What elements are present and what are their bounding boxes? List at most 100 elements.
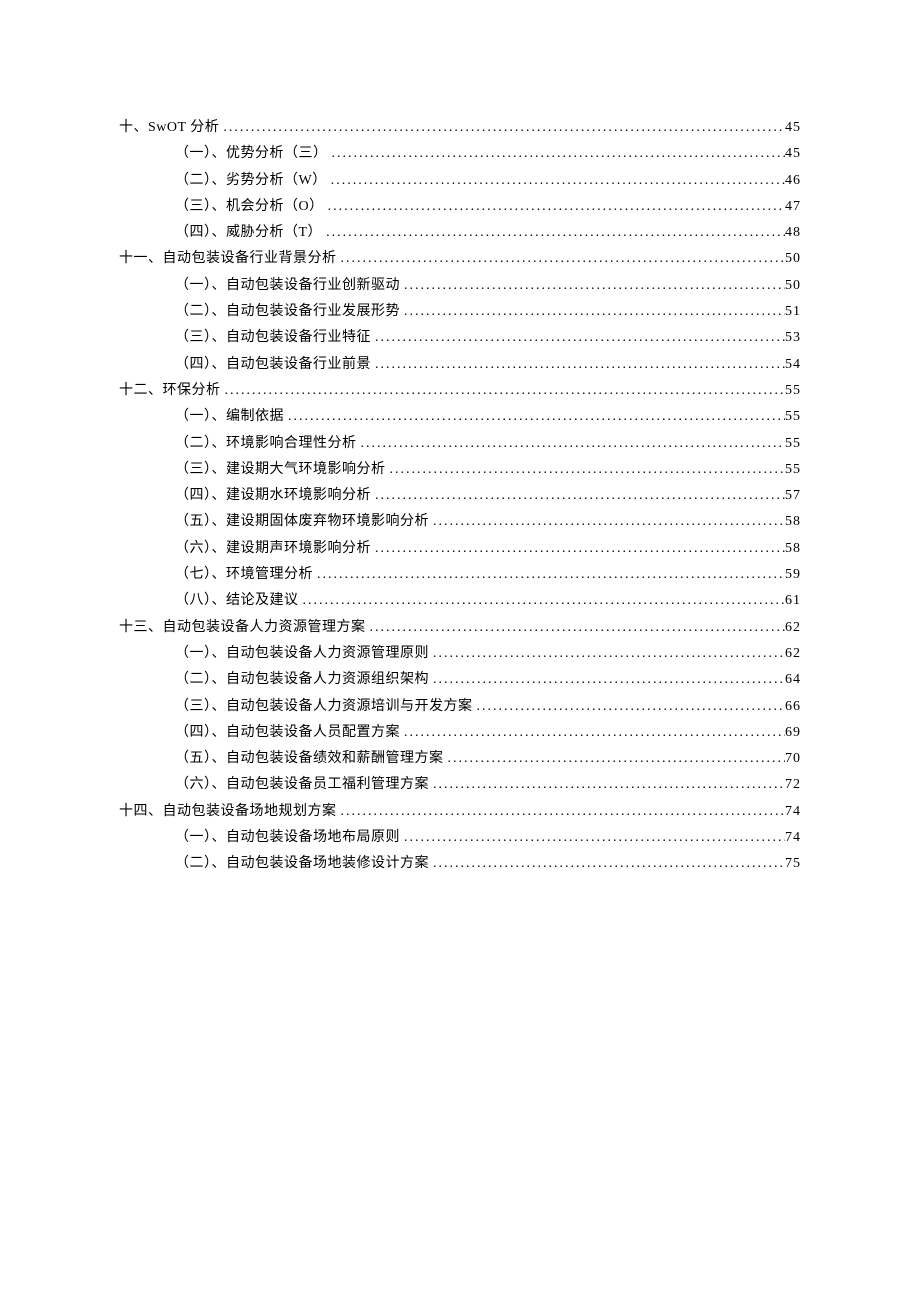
toc-entry: 十一、自动包装设备行业背景分析50 — [119, 246, 801, 272]
toc-entry-label: （三）、机会分析（O） — [175, 194, 324, 220]
toc-entry-label: （二）、自动包装设备人力资源组织架构 — [175, 667, 429, 693]
toc-entry: （七）、环境管理分析 59 — [119, 562, 801, 588]
toc-entry-page: 53 — [785, 325, 801, 351]
toc-entry: （二）、劣势分析（W） 46 — [119, 168, 801, 194]
toc-leader-dots — [429, 772, 785, 798]
toc-entry-page: 59 — [785, 562, 801, 588]
toc-leader-dots — [444, 746, 786, 772]
toc-entry-page: 70 — [785, 746, 801, 772]
toc-leader-dots — [366, 615, 786, 641]
toc-entry: （一）、自动包装设备行业创新驱动 50 — [119, 273, 801, 299]
toc-entry-label: （五）、自动包装设备绩效和薪酬管理方案 — [175, 746, 444, 772]
toc-leader-dots — [386, 457, 786, 483]
toc-entry-label: （五）、建设期固体废弃物环境影响分析 — [175, 509, 429, 535]
toc-entry-page: 57 — [785, 483, 801, 509]
toc-entry-label: （四）、自动包装设备人员配置方案 — [175, 720, 400, 746]
toc-entry-page: 55 — [785, 378, 801, 404]
toc-entry-page: 58 — [785, 509, 801, 535]
toc-entry-label: （七）、环境管理分析 — [175, 562, 313, 588]
toc-leader-dots — [371, 352, 785, 378]
toc-leader-dots — [337, 246, 786, 272]
toc-entry-label: 十三、自动包装设备人力资源管理方案 — [119, 615, 366, 641]
toc-leader-dots — [328, 141, 786, 167]
toc-entry: （五）、自动包装设备绩效和薪酬管理方案 70 — [119, 746, 801, 772]
toc-entry-page: 50 — [785, 246, 801, 272]
toc-entry: （二）、自动包装设备人力资源组织架构 64 — [119, 667, 801, 693]
toc-entry-page: 62 — [785, 641, 801, 667]
toc-entry: （六）、自动包装设备员工福利管理方案72 — [119, 772, 801, 798]
toc-leader-dots — [357, 431, 786, 457]
toc-entry-page: 55 — [785, 431, 801, 457]
toc-entry: （四）、自动包装设备人员配置方案 69 — [119, 720, 801, 746]
toc-leader-dots — [313, 562, 785, 588]
toc-entry-page: 46 — [785, 168, 801, 194]
toc-leader-dots — [473, 694, 786, 720]
toc-entry-page: 45 — [785, 115, 801, 141]
toc-leader-dots — [322, 220, 785, 246]
toc-leader-dots — [371, 536, 785, 562]
toc-entry-page: 50 — [785, 273, 801, 299]
toc-entry: （三）、自动包装设备人力资源培训与开发方案66 — [119, 694, 801, 720]
toc-entry: （三）、建设期大气环境影响分析55 — [119, 457, 801, 483]
toc-entry-label: （一）、编制依据 — [175, 404, 284, 430]
toc-entry-label: （一）、自动包装设备行业创新驱动 — [175, 273, 400, 299]
toc-entry-page: 64 — [785, 667, 801, 693]
toc-entry: （一）、编制依据 55 — [119, 404, 801, 430]
toc-leader-dots — [400, 299, 785, 325]
toc-entry-label: （一）、优势分析（三） — [175, 141, 328, 167]
toc-entry-label: （二）、环境影响合理性分析 — [175, 431, 357, 457]
toc-entry-page: 72 — [785, 772, 801, 798]
toc-entry: （四）、威胁分析（T）48 — [119, 220, 801, 246]
toc-entry: （一）、自动包装设备场地布局原则 74 — [119, 825, 801, 851]
toc-entry-label: （三）、自动包装设备人力资源培训与开发方案 — [175, 694, 473, 720]
toc-entry-label: （二）、劣势分析（W） — [175, 168, 327, 194]
toc-entry: （一）、优势分析（三） 45 — [119, 141, 801, 167]
toc-entry: （八）、结论及建议61 — [119, 588, 801, 614]
toc-leader-dots — [284, 404, 785, 430]
toc-entry-page: 61 — [785, 588, 801, 614]
toc-entry-label: 十、SwOT 分析 — [119, 115, 219, 141]
toc-entry: （二）、自动包装设备行业发展形势 51 — [119, 299, 801, 325]
toc-entry: 十三、自动包装设备人力资源管理方案 62 — [119, 615, 801, 641]
toc-leader-dots — [327, 168, 785, 194]
toc-entry-label: （三）、自动包装设备行业特征 — [175, 325, 371, 351]
toc-entry-page: 74 — [785, 825, 801, 851]
toc-entry-page: 74 — [785, 799, 801, 825]
toc-entry-label: （一）、自动包装设备人力资源管理原则 — [175, 641, 429, 667]
toc-entry: （二）、自动包装设备场地装修设计方案75 — [119, 851, 801, 877]
toc-entry-page: 55 — [785, 404, 801, 430]
toc-entry: （六）、建设期声环境影响分析58 — [119, 536, 801, 562]
toc-entry: （三）、机会分析（O）47 — [119, 194, 801, 220]
toc-entry-label: （二）、自动包装设备场地装修设计方案 — [175, 851, 429, 877]
toc-leader-dots — [429, 667, 785, 693]
toc-container: 十、SwOT 分析45（一）、优势分析（三）45（二）、劣势分析（W）46（三）… — [119, 115, 801, 878]
toc-leader-dots — [429, 641, 785, 667]
toc-entry-label: 十二、环保分析 — [119, 378, 221, 404]
toc-leader-dots — [337, 799, 786, 825]
toc-leader-dots — [299, 588, 786, 614]
toc-leader-dots — [429, 851, 785, 877]
toc-leader-dots — [219, 115, 785, 141]
toc-entry-page: 69 — [785, 720, 801, 746]
toc-entry: 十二、环保分析 55 — [119, 378, 801, 404]
toc-entry-label: （一）、自动包装设备场地布局原则 — [175, 825, 400, 851]
toc-entry: （一）、自动包装设备人力资源管理原则 62 — [119, 641, 801, 667]
toc-entry-page: 55 — [785, 457, 801, 483]
toc-leader-dots — [371, 325, 785, 351]
toc-entry-label: （四）、建设期水环境影响分析 — [175, 483, 371, 509]
toc-entry-page: 45 — [785, 141, 801, 167]
toc-entry-label: （二）、自动包装设备行业发展形势 — [175, 299, 400, 325]
toc-entry-label: （四）、威胁分析（T） — [175, 220, 322, 246]
toc-leader-dots — [429, 509, 785, 535]
toc-entry-label: 十四、自动包装设备场地规划方案 — [119, 799, 337, 825]
toc-entry-page: 51 — [785, 299, 801, 325]
toc-leader-dots — [400, 720, 785, 746]
toc-entry-page: 54 — [785, 352, 801, 378]
toc-entry-page: 62 — [785, 615, 801, 641]
toc-entry: （四）、建设期水环境影响分析 57 — [119, 483, 801, 509]
toc-entry: （五）、建设期固体废弃物环境影响分析 58 — [119, 509, 801, 535]
toc-entry-label: （四）、自动包装设备行业前景 — [175, 352, 371, 378]
toc-entry: 十、SwOT 分析 45 — [119, 115, 801, 141]
toc-entry: （四）、自动包装设备行业前景 54 — [119, 352, 801, 378]
toc-leader-dots — [324, 194, 785, 220]
